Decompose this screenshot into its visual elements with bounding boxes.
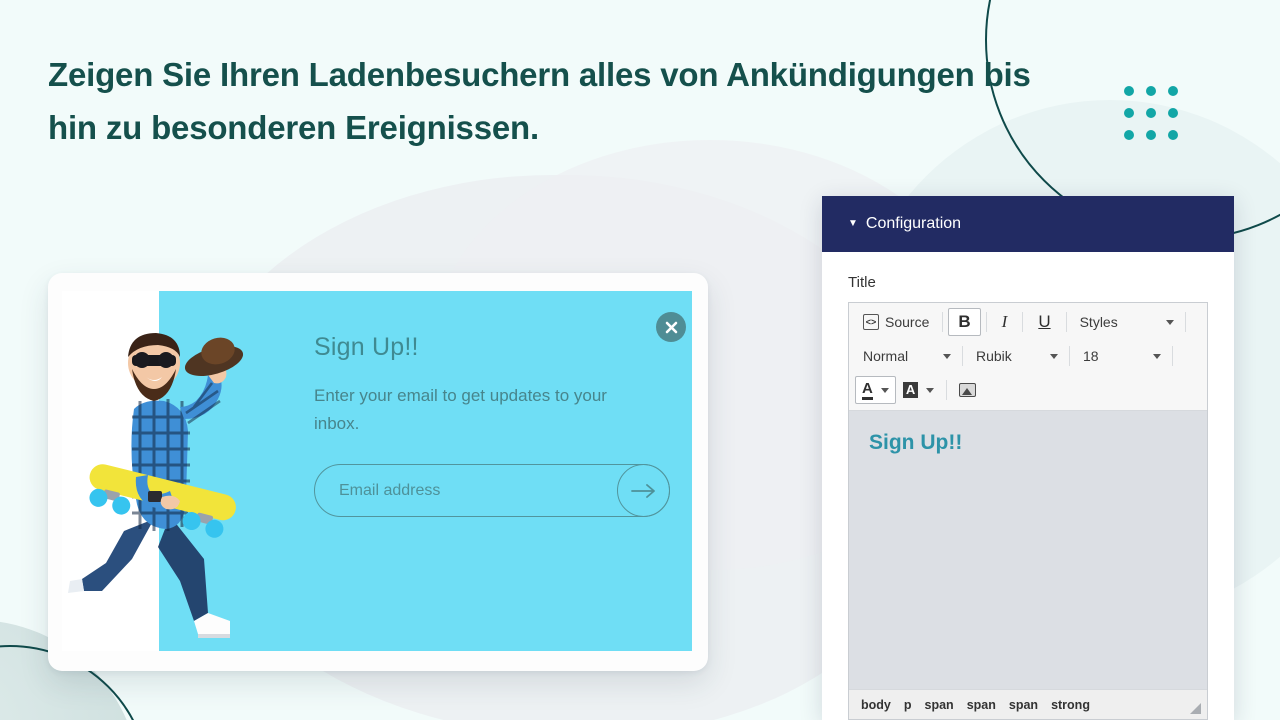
background-color-button[interactable]: A	[896, 376, 941, 404]
source-button-label: Source	[885, 314, 930, 330]
dot	[1168, 130, 1178, 140]
element-path-item[interactable]: span	[967, 698, 996, 712]
toolbar-divider	[946, 380, 948, 400]
chevron-down-icon	[943, 353, 951, 359]
dot	[1146, 86, 1156, 96]
font-size-dropdown-label: 18	[1083, 348, 1099, 364]
format-dropdown-label: Normal	[863, 348, 909, 364]
chevron-down-icon	[1165, 319, 1174, 325]
toolbar-divider	[1172, 346, 1173, 366]
popup-content: Sign Up!! Enter your email to get update…	[262, 291, 692, 651]
dot	[1124, 130, 1134, 140]
element-path-bar: body p span span span strong	[849, 689, 1207, 719]
background-color-icon: A	[902, 381, 919, 399]
editor-content-area[interactable]: Sign Up!!	[849, 411, 1207, 689]
arrow-right-glyph	[630, 483, 655, 498]
configuration-panel: ▼ Configuration Title <> Source B I U St…	[822, 196, 1234, 720]
page-headline: Zeigen Sie Ihren Ladenbesuchern alles vo…	[48, 56, 1031, 147]
insert-image-button[interactable]	[952, 376, 983, 404]
resize-grip-icon[interactable]	[1190, 703, 1201, 714]
rich-text-editor: <> Source B I U Styles Normal Rubik 18 A…	[848, 302, 1208, 720]
dot	[1168, 86, 1178, 96]
email-input-placeholder: Email address	[339, 481, 441, 499]
toolbar-divider	[942, 312, 944, 332]
dot	[1146, 108, 1156, 118]
popup-subtitle: Enter your email to get updates to your …	[314, 386, 607, 434]
toolbar-row-3: A A	[849, 373, 1207, 407]
dot-grid-icon	[1124, 86, 1178, 140]
configuration-header[interactable]: ▼ Configuration	[822, 196, 1234, 252]
image-icon	[959, 383, 977, 397]
font-dropdown[interactable]: Rubik	[968, 342, 1064, 370]
toolbar-divider	[1065, 312, 1067, 332]
chevron-down-icon	[926, 387, 935, 393]
bold-button[interactable]: B	[948, 308, 981, 336]
text-color-icon: A	[862, 381, 873, 400]
editor-toolbar: <> Source B I U Styles Normal Rubik 18 A…	[849, 303, 1207, 411]
email-input-row[interactable]: Email address	[314, 464, 670, 518]
toolbar-divider	[962, 346, 963, 366]
dot	[1168, 108, 1178, 118]
popup-preview-inner: Sign Up!! Enter your email to get update…	[62, 291, 692, 651]
popup-hero-image	[62, 291, 262, 651]
element-path-item[interactable]: p	[904, 698, 912, 712]
popup-title: Sign Up!!	[314, 333, 419, 361]
close-icon[interactable]	[656, 312, 686, 342]
font-dropdown-label: Rubik	[976, 348, 1012, 364]
editor-content-text: Sign Up!!	[869, 431, 963, 454]
arrow-right-icon[interactable]	[617, 464, 670, 518]
dot	[1124, 108, 1134, 118]
configuration-body: Title <> Source B I U Styles Normal Rubi…	[822, 252, 1234, 720]
source-button[interactable]: <> Source	[855, 308, 937, 336]
dot	[1146, 130, 1156, 140]
element-path-item[interactable]: span	[1009, 698, 1038, 712]
toolbar-divider	[1184, 312, 1186, 332]
chevron-down-icon	[1153, 353, 1161, 359]
underline-button[interactable]: U	[1028, 308, 1060, 336]
styles-dropdown-label: Styles	[1079, 314, 1118, 330]
close-x-glyph	[665, 321, 677, 333]
toolbar-row-1: <> Source B I U Styles	[849, 305, 1207, 339]
title-field-label: Title	[848, 274, 876, 291]
styles-dropdown[interactable]: Styles	[1072, 308, 1180, 336]
toolbar-row-2: Normal Rubik 18	[849, 339, 1207, 373]
font-size-dropdown[interactable]: 18	[1075, 342, 1167, 370]
toolbar-divider	[985, 312, 987, 332]
caret-down-icon[interactable]: ▼	[848, 219, 858, 229]
text-color-button[interactable]: A	[855, 376, 896, 404]
toolbar-divider	[1022, 312, 1024, 332]
dot	[1124, 86, 1134, 96]
format-dropdown[interactable]: Normal	[855, 342, 957, 370]
chevron-down-icon	[880, 387, 889, 393]
element-path-item[interactable]: span	[925, 698, 954, 712]
chevron-down-icon	[1050, 353, 1058, 359]
element-path-item[interactable]: strong	[1051, 698, 1090, 712]
skateboarder-illustration	[68, 333, 244, 638]
source-code-icon: <>	[863, 314, 879, 330]
toolbar-divider	[1069, 346, 1070, 366]
configuration-title: Configuration	[865, 215, 962, 232]
element-path-item[interactable]: body	[861, 698, 891, 712]
italic-button[interactable]: I	[992, 308, 1018, 336]
popup-preview-card: Sign Up!! Enter your email to get update…	[48, 273, 708, 671]
